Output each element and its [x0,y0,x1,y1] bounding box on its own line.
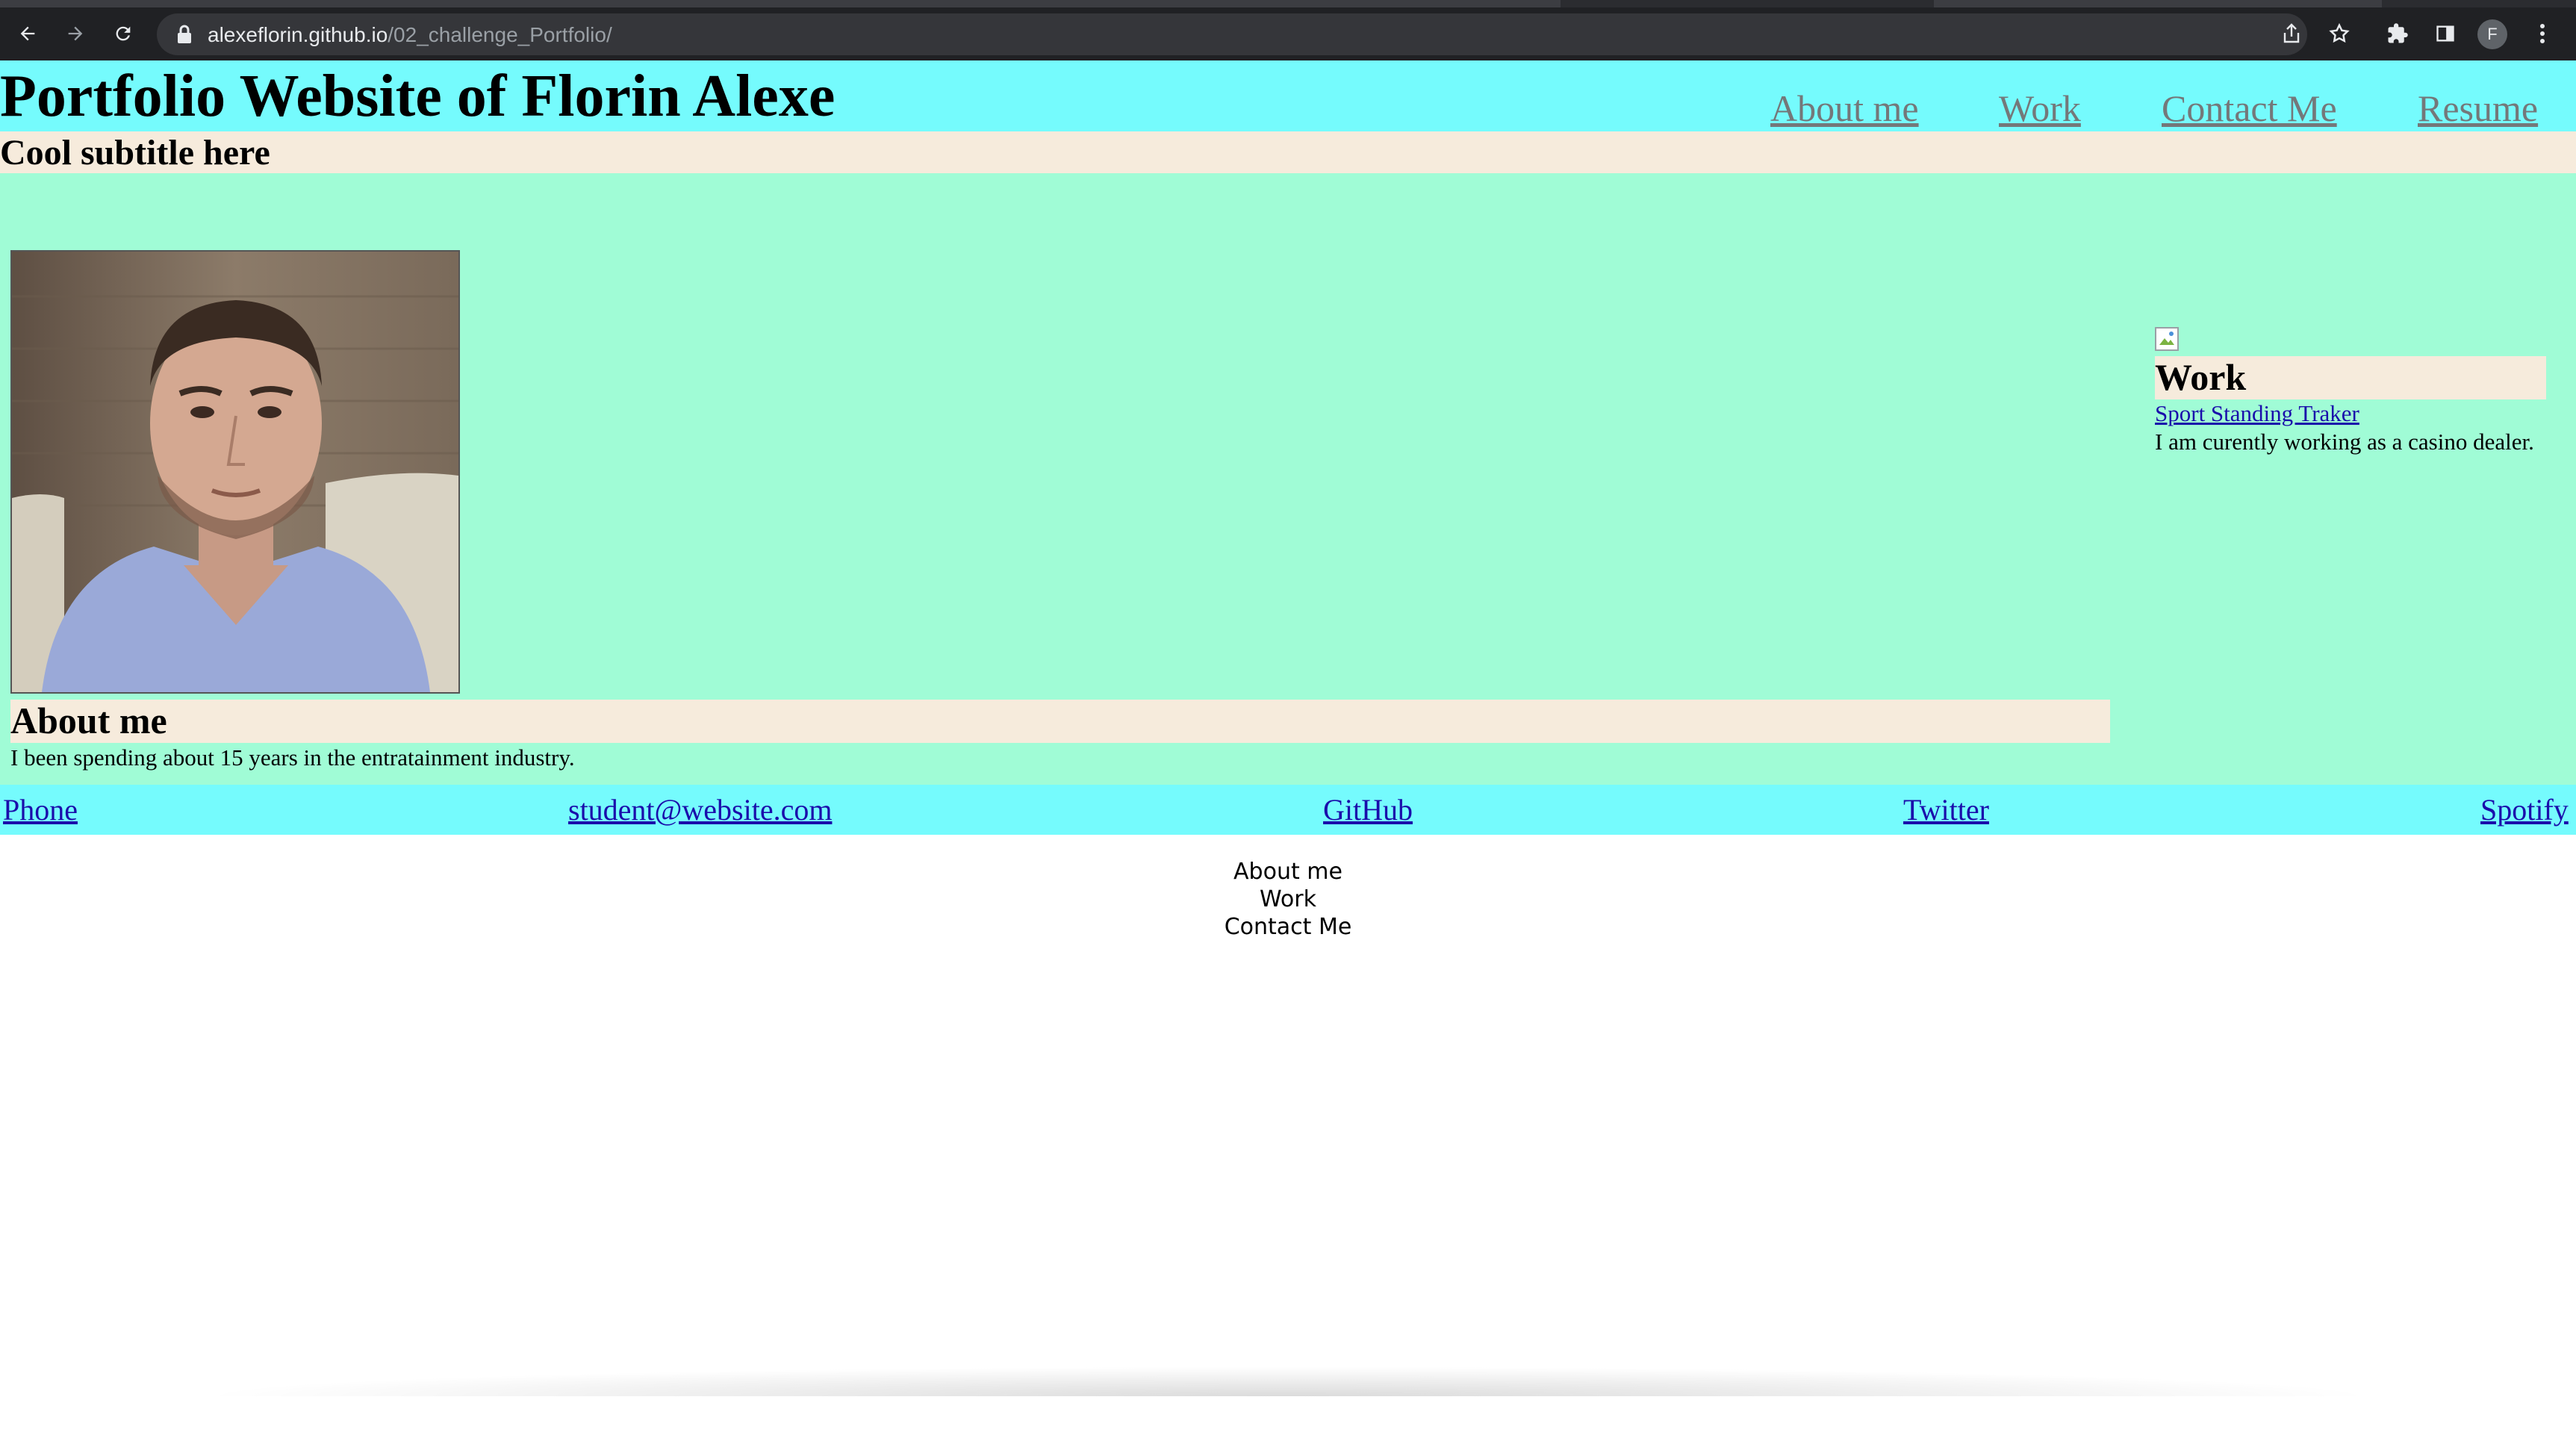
main-content: About me I been spending about 15 years … [0,173,2576,785]
kebab-menu-icon[interactable] [2525,16,2560,51]
tab-strip [0,0,2576,7]
address-bar[interactable]: alexeflorin.github.io/02_challenge_Portf… [157,13,2307,55]
browser-toolbar: alexeflorin.github.io/02_challenge_Portf… [0,0,2576,60]
inactive-tab[interactable] [1934,0,2382,7]
site-title: Portfolio Website of Florin Alexe [0,63,836,129]
about-text: I been spending about 15 years in the en… [10,744,575,771]
subtitle-bar: Cool subtitle here [0,131,2576,173]
lock-icon[interactable] [176,25,193,48]
footer-link-phone[interactable]: Phone [3,792,78,827]
page-subtitle: Cool subtitle here [0,133,270,172]
profile-photo [10,250,460,694]
about-heading: About me [10,700,167,741]
bottom-nav: About me Work Contact Me [0,858,2576,941]
extensions-puzzle-icon[interactable] [2380,16,2415,51]
work-heading-bar: Work [2155,356,2546,399]
reload-icon[interactable] [106,16,140,51]
nav-link-resume[interactable]: Resume [2418,86,2538,131]
work-text: I am curently working as a casino dealer… [2155,429,2534,455]
active-tab[interactable] [0,0,1561,7]
work-heading: Work [2155,356,2247,398]
broken-image-icon [2155,327,2179,351]
footer-link-twitter[interactable]: Twitter [1903,792,1989,827]
bottom-nav-contact-me: Contact Me [1224,914,1352,940]
footer-link-spotify[interactable]: Spotify [2480,792,2569,827]
nav-link-contact-me[interactable]: Contact Me [2162,86,2337,131]
forward-arrow-icon[interactable] [58,16,93,51]
url-host: alexeflorin.github.io [208,23,388,46]
bottom-nav-work: Work [1260,886,1316,912]
work-project-link[interactable]: Sport Standing Traker [2155,400,2359,427]
web-page: Portfolio Website of Florin Alexe About … [0,60,2576,1447]
bookmark-star-icon[interactable] [2322,16,2356,51]
back-arrow-icon[interactable] [10,16,45,51]
about-heading-bar: About me [10,700,2110,743]
window-shadow [194,1366,2382,1396]
nav-link-about-me[interactable]: About me [1770,86,1919,131]
bottom-nav-about-me: About me [1233,859,1343,885]
nav-link-work[interactable]: Work [1999,86,2081,131]
profile-avatar[interactable]: F [2477,19,2507,49]
side-panel-icon[interactable] [2428,16,2463,51]
url-text[interactable]: alexeflorin.github.io/02_challenge_Portf… [208,23,612,47]
url-path: /02_challenge_Portfolio/ [388,23,612,46]
footer-link-github[interactable]: GitHub [1323,792,1413,827]
site-header: Portfolio Website of Florin Alexe About … [0,60,2576,131]
share-icon[interactable] [2274,16,2309,51]
footer-link-email[interactable]: student@website.com [568,792,832,827]
site-footer: Phone student@website.com GitHub Twitter… [0,785,2576,835]
